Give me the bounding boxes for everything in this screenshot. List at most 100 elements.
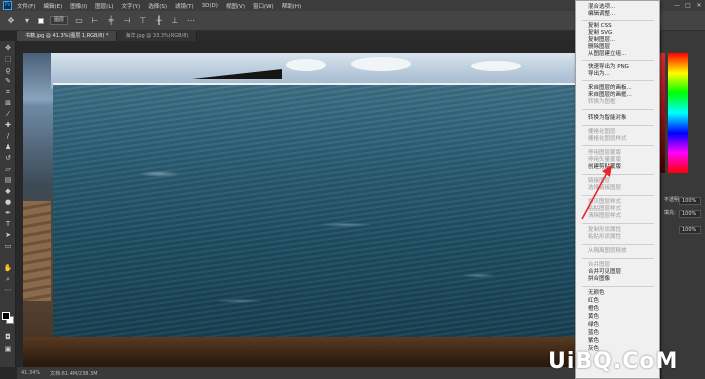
- menu-flatten-image[interactable]: 拼合图像: [588, 276, 610, 283]
- layer-value-input[interactable]: 100%: [679, 226, 701, 234]
- healing-brush-tool-icon[interactable]: ✚: [3, 121, 13, 130]
- menu-copy-css[interactable]: 复制 CSS: [588, 23, 612, 30]
- tab-book[interactable]: 书籍.jpg @ 41.3%(图层 1,RGB/8) *: [17, 31, 118, 41]
- menu-type[interactable]: 文字(Y): [122, 2, 141, 10]
- screen-mode-icon[interactable]: ▣: [3, 345, 13, 354]
- auto-select-checkbox[interactable]: [38, 17, 44, 24]
- fill-input[interactable]: 100%: [679, 210, 701, 218]
- menu-file[interactable]: 文件(F): [17, 2, 35, 10]
- menu-layer[interactable]: 图层(L): [95, 2, 113, 10]
- clone-stamp-tool-icon[interactable]: ♟: [3, 143, 13, 152]
- menu-window[interactable]: 窗口(W): [253, 2, 274, 10]
- menu-color-orange[interactable]: 橙色: [588, 306, 599, 313]
- menu-quick-export-png[interactable]: 快速导出为 PNG: [588, 64, 629, 71]
- move-tool-icon[interactable]: ✥: [6, 16, 16, 26]
- menu-color-none[interactable]: 无颜色: [588, 290, 605, 297]
- menu-blending-options[interactable]: 混合选项...: [588, 4, 615, 11]
- gradient-tool-icon[interactable]: ▤: [3, 176, 13, 185]
- window-controls: — □ ✕: [673, 1, 703, 9]
- show-transform-icon[interactable]: ▭: [74, 16, 84, 26]
- align-bottom-icon[interactable]: ⊥: [170, 16, 180, 26]
- eraser-tool-icon[interactable]: ▱: [3, 165, 13, 174]
- align-top-icon[interactable]: ⊤: [138, 16, 148, 26]
- menu-disable-layer-mask[interactable]: 停用图层蒙版: [588, 150, 621, 157]
- more-icon[interactable]: ⋯: [186, 16, 196, 26]
- chevron-down-icon[interactable]: ▾: [22, 16, 32, 26]
- menu-convert-to-frame[interactable]: 转换为图框: [588, 99, 616, 106]
- menu-help[interactable]: 帮助(H): [282, 2, 301, 10]
- zoom-tool-icon[interactable]: ⌕: [3, 275, 13, 284]
- canvas-area[interactable]: [17, 41, 577, 367]
- menu-separator: [582, 109, 654, 110]
- menu-merge-layers[interactable]: 合并图层: [588, 262, 610, 269]
- tab-ocean[interactable]: 海洋.jpg @ 33.3%(RGB/8): [117, 31, 198, 41]
- menu-color-green[interactable]: 绿色: [588, 322, 599, 329]
- foreground-color-swatch[interactable]: [2, 312, 10, 320]
- zoom-level[interactable]: 41.34%: [21, 370, 40, 376]
- minimize-icon[interactable]: —: [673, 1, 681, 9]
- menu-color-yellow[interactable]: 黄色: [588, 314, 599, 321]
- close-icon[interactable]: ✕: [695, 1, 703, 9]
- menu-separator: [582, 258, 654, 259]
- move-tool-icon[interactable]: ✥: [3, 44, 13, 53]
- red-arrow-annotation: [581, 165, 612, 220]
- menu-convert-smart-object[interactable]: 转换为智能对象: [588, 115, 627, 122]
- lasso-tool-icon[interactable]: ϱ: [3, 66, 13, 75]
- menu-release-isolation[interactable]: 从隔离图层释放: [588, 248, 627, 255]
- menu-edit-adjustment[interactable]: 编辑调整...: [588, 11, 615, 18]
- menu-rasterize-layer-style[interactable]: 栅格化图层样式: [588, 136, 627, 143]
- path-select-tool-icon[interactable]: ➤: [3, 231, 13, 240]
- arrow-shaft: [581, 170, 609, 220]
- menu-paste-shape-attributes[interactable]: 粘贴形状属性: [588, 234, 621, 241]
- align-center-icon[interactable]: ╪: [106, 16, 116, 26]
- quick-mask-icon[interactable]: ◘: [3, 333, 13, 342]
- menu-edit[interactable]: 编辑(E): [43, 2, 62, 10]
- menu-view[interactable]: 视图(V): [226, 2, 245, 10]
- ocean-layer[interactable]: [53, 83, 577, 339]
- menu-color-violet[interactable]: 紫色: [588, 338, 599, 345]
- eyedropper-tool-icon[interactable]: ⁄: [3, 110, 13, 119]
- crop-tool-icon[interactable]: ⌗: [3, 88, 13, 97]
- blur-tool-icon[interactable]: ◆: [3, 187, 13, 196]
- menu-frame-from-layers[interactable]: 来自图层的画框...: [588, 92, 632, 99]
- menu-color-red[interactable]: 红色: [588, 298, 599, 305]
- document-info[interactable]: 文档:61.4M/238.3M: [50, 370, 97, 377]
- brush-tool-icon[interactable]: ∕: [3, 132, 13, 141]
- menu-select[interactable]: 选择(S): [148, 2, 167, 10]
- pen-tool-icon[interactable]: ✒: [3, 209, 13, 218]
- menu-color-blue[interactable]: 蓝色: [588, 330, 599, 337]
- history-brush-tool-icon[interactable]: ↺: [3, 154, 13, 163]
- menu-3d[interactable]: 3D(D): [202, 3, 218, 9]
- menu-copy-shape-attributes[interactable]: 复制形状属性: [588, 227, 621, 234]
- photoshop-logo-icon: Ps: [3, 1, 12, 10]
- menu-copy-svg[interactable]: 复制 SVG: [588, 30, 612, 37]
- align-middle-icon[interactable]: ╫: [154, 16, 164, 26]
- frame-tool-icon[interactable]: ⊠: [3, 99, 13, 108]
- hand-tool-icon[interactable]: ✋: [3, 264, 13, 273]
- arrow-head: [602, 165, 612, 177]
- menu-export-as[interactable]: 导出为...: [588, 71, 610, 78]
- quick-select-tool-icon[interactable]: ✎: [3, 77, 13, 86]
- menu-artboard-from-layers[interactable]: 来自图层的画板...: [588, 85, 632, 92]
- menu-image[interactable]: 图像(I): [70, 2, 87, 10]
- rectangle-tool-icon[interactable]: ▭: [3, 242, 13, 251]
- menu-delete-layer[interactable]: 删除图层: [588, 44, 610, 51]
- menu-duplicate-layer[interactable]: 复制图层...: [588, 37, 615, 44]
- auto-select-dropdown[interactable]: 图层: [50, 16, 69, 25]
- dodge-tool-icon[interactable]: ●: [3, 198, 13, 207]
- type-tool-icon[interactable]: T: [3, 220, 13, 229]
- maximize-icon[interactable]: □: [684, 1, 692, 9]
- tools-panel: ✥ ⬚ ϱ ✎ ⌗ ⊠ ⁄ ✚ ∕ ♟ ↺ ▱ ▤ ◆ ● ✒ T ➤ ▭ ✋ …: [0, 41, 16, 367]
- color-spectrum-slider[interactable]: [668, 53, 688, 173]
- menu-rasterize-layer[interactable]: 栅格化图层: [588, 129, 616, 136]
- marquee-tool-icon[interactable]: ⬚: [3, 55, 13, 64]
- menu-group-from-layers[interactable]: 从图层建立组...: [588, 51, 626, 58]
- menu-separator: [582, 223, 654, 224]
- menu-separator: [582, 20, 654, 21]
- menu-merge-visible[interactable]: 合并可见图层: [588, 269, 621, 276]
- align-right-icon[interactable]: ⊣: [122, 16, 132, 26]
- more-tools-icon[interactable]: ⋯: [3, 286, 13, 295]
- opacity-input[interactable]: 100%: [679, 197, 701, 205]
- align-left-icon[interactable]: ⊢: [90, 16, 100, 26]
- menu-filter[interactable]: 滤镜(T): [175, 2, 194, 10]
